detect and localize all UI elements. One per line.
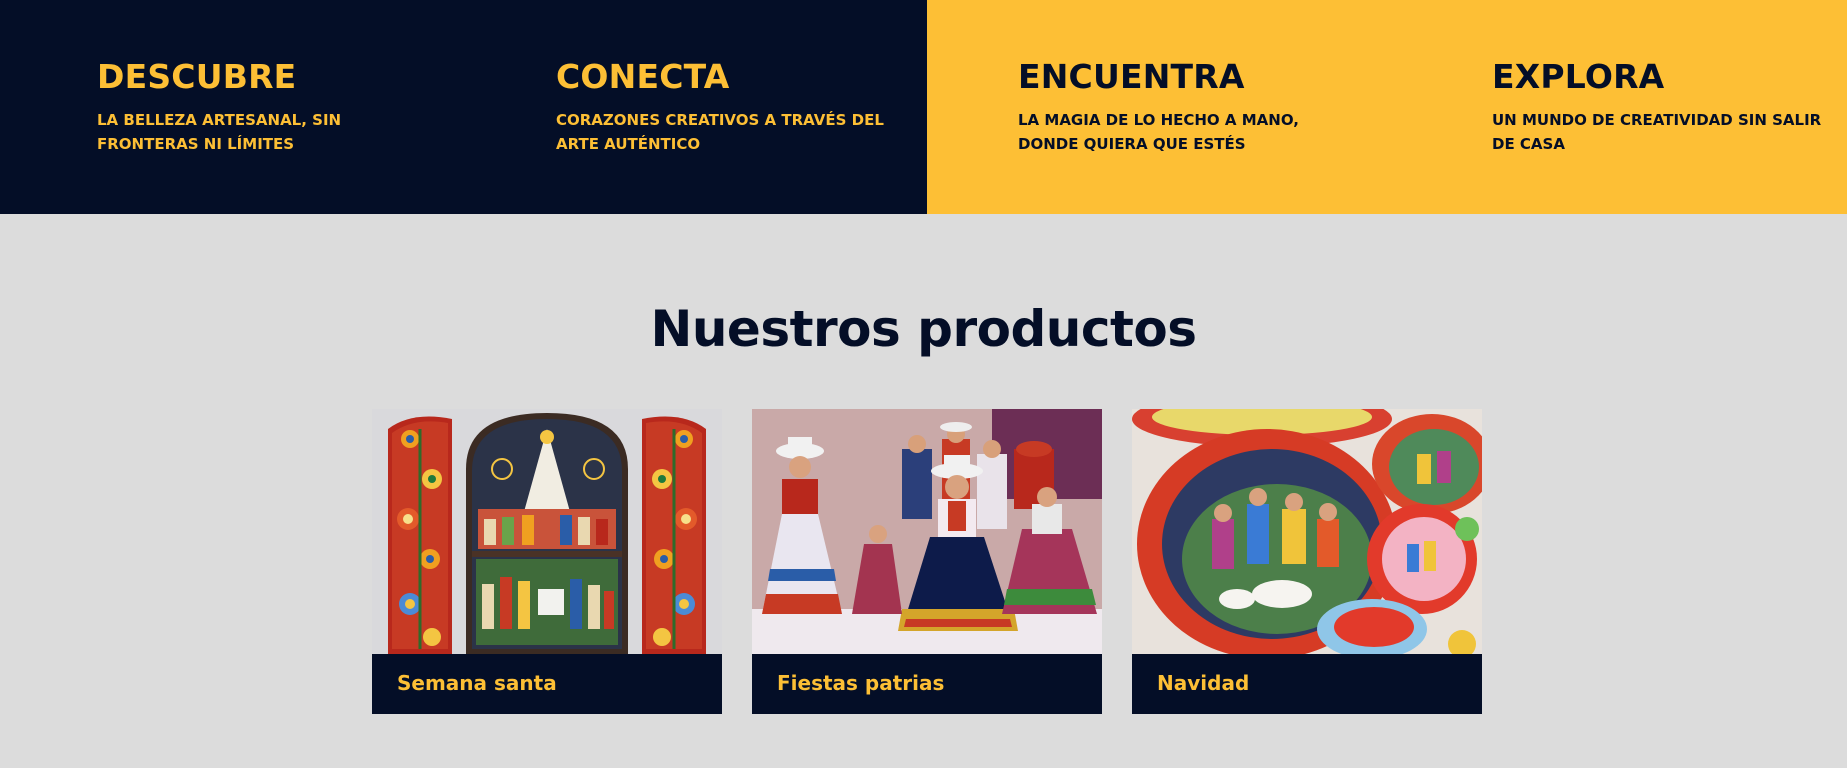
products-heading: Nuestros productos (650, 300, 1197, 358)
feature-text: LA MAGIA DE LO HECHO A MANO, DONDE QUIER… (1018, 111, 1299, 153)
feature-title: CONECTA (556, 57, 730, 96)
product-label[interactable]: Semana santa (397, 671, 557, 695)
feature-descubre: DESCUBRE LA BELLEZA ARTESANAL, SIN FRONT… (97, 57, 447, 156)
product-card-fiestas-patrias[interactable]: Fiestas patrias (752, 409, 1102, 714)
feature-encuentra: ENCUENTRA LA MAGIA DE LO HECHO A MANO, D… (1018, 57, 1363, 156)
product-card-navidad[interactable]: Navidad (1132, 409, 1482, 714)
features-banner-dark: DESCUBRE LA BELLEZA ARTESANAL, SIN FRONT… (0, 0, 927, 214)
feature-title: DESCUBRE (97, 57, 297, 96)
feature-conecta: CONECTA CORAZONES CREATIVOS A TRAVÉS DEL… (556, 57, 921, 156)
features-banner-light: ENCUENTRA LA MAGIA DE LO HECHO A MANO, D… (927, 0, 1847, 214)
product-image-munecas[interactable] (752, 409, 1102, 654)
features-banner: DESCUBRE LA BELLEZA ARTESANAL, SIN FRONT… (0, 0, 1847, 214)
product-label[interactable]: Fiestas patrias (777, 671, 944, 695)
feature-text: CORAZONES CREATIVOS A TRAVÉS DEL ARTE AU… (556, 111, 884, 153)
feature-title: ENCUENTRA (1018, 57, 1245, 96)
feature-text: UN MUNDO DE CREATIVIDAD SIN SALIR DE CAS… (1492, 111, 1822, 153)
product-image-nacimiento[interactable] (1132, 409, 1482, 654)
product-label[interactable]: Navidad (1157, 671, 1249, 695)
feature-explora: EXPLORA UN MUNDO DE CREATIVIDAD SIN SALI… (1492, 57, 1842, 156)
product-image-retablo[interactable] (372, 409, 722, 654)
feature-text: LA BELLEZA ARTESANAL, SIN FRONTERAS NI L… (97, 111, 342, 153)
product-card-semana-santa[interactable]: Semana santa (372, 409, 722, 714)
feature-title: EXPLORA (1492, 57, 1665, 96)
